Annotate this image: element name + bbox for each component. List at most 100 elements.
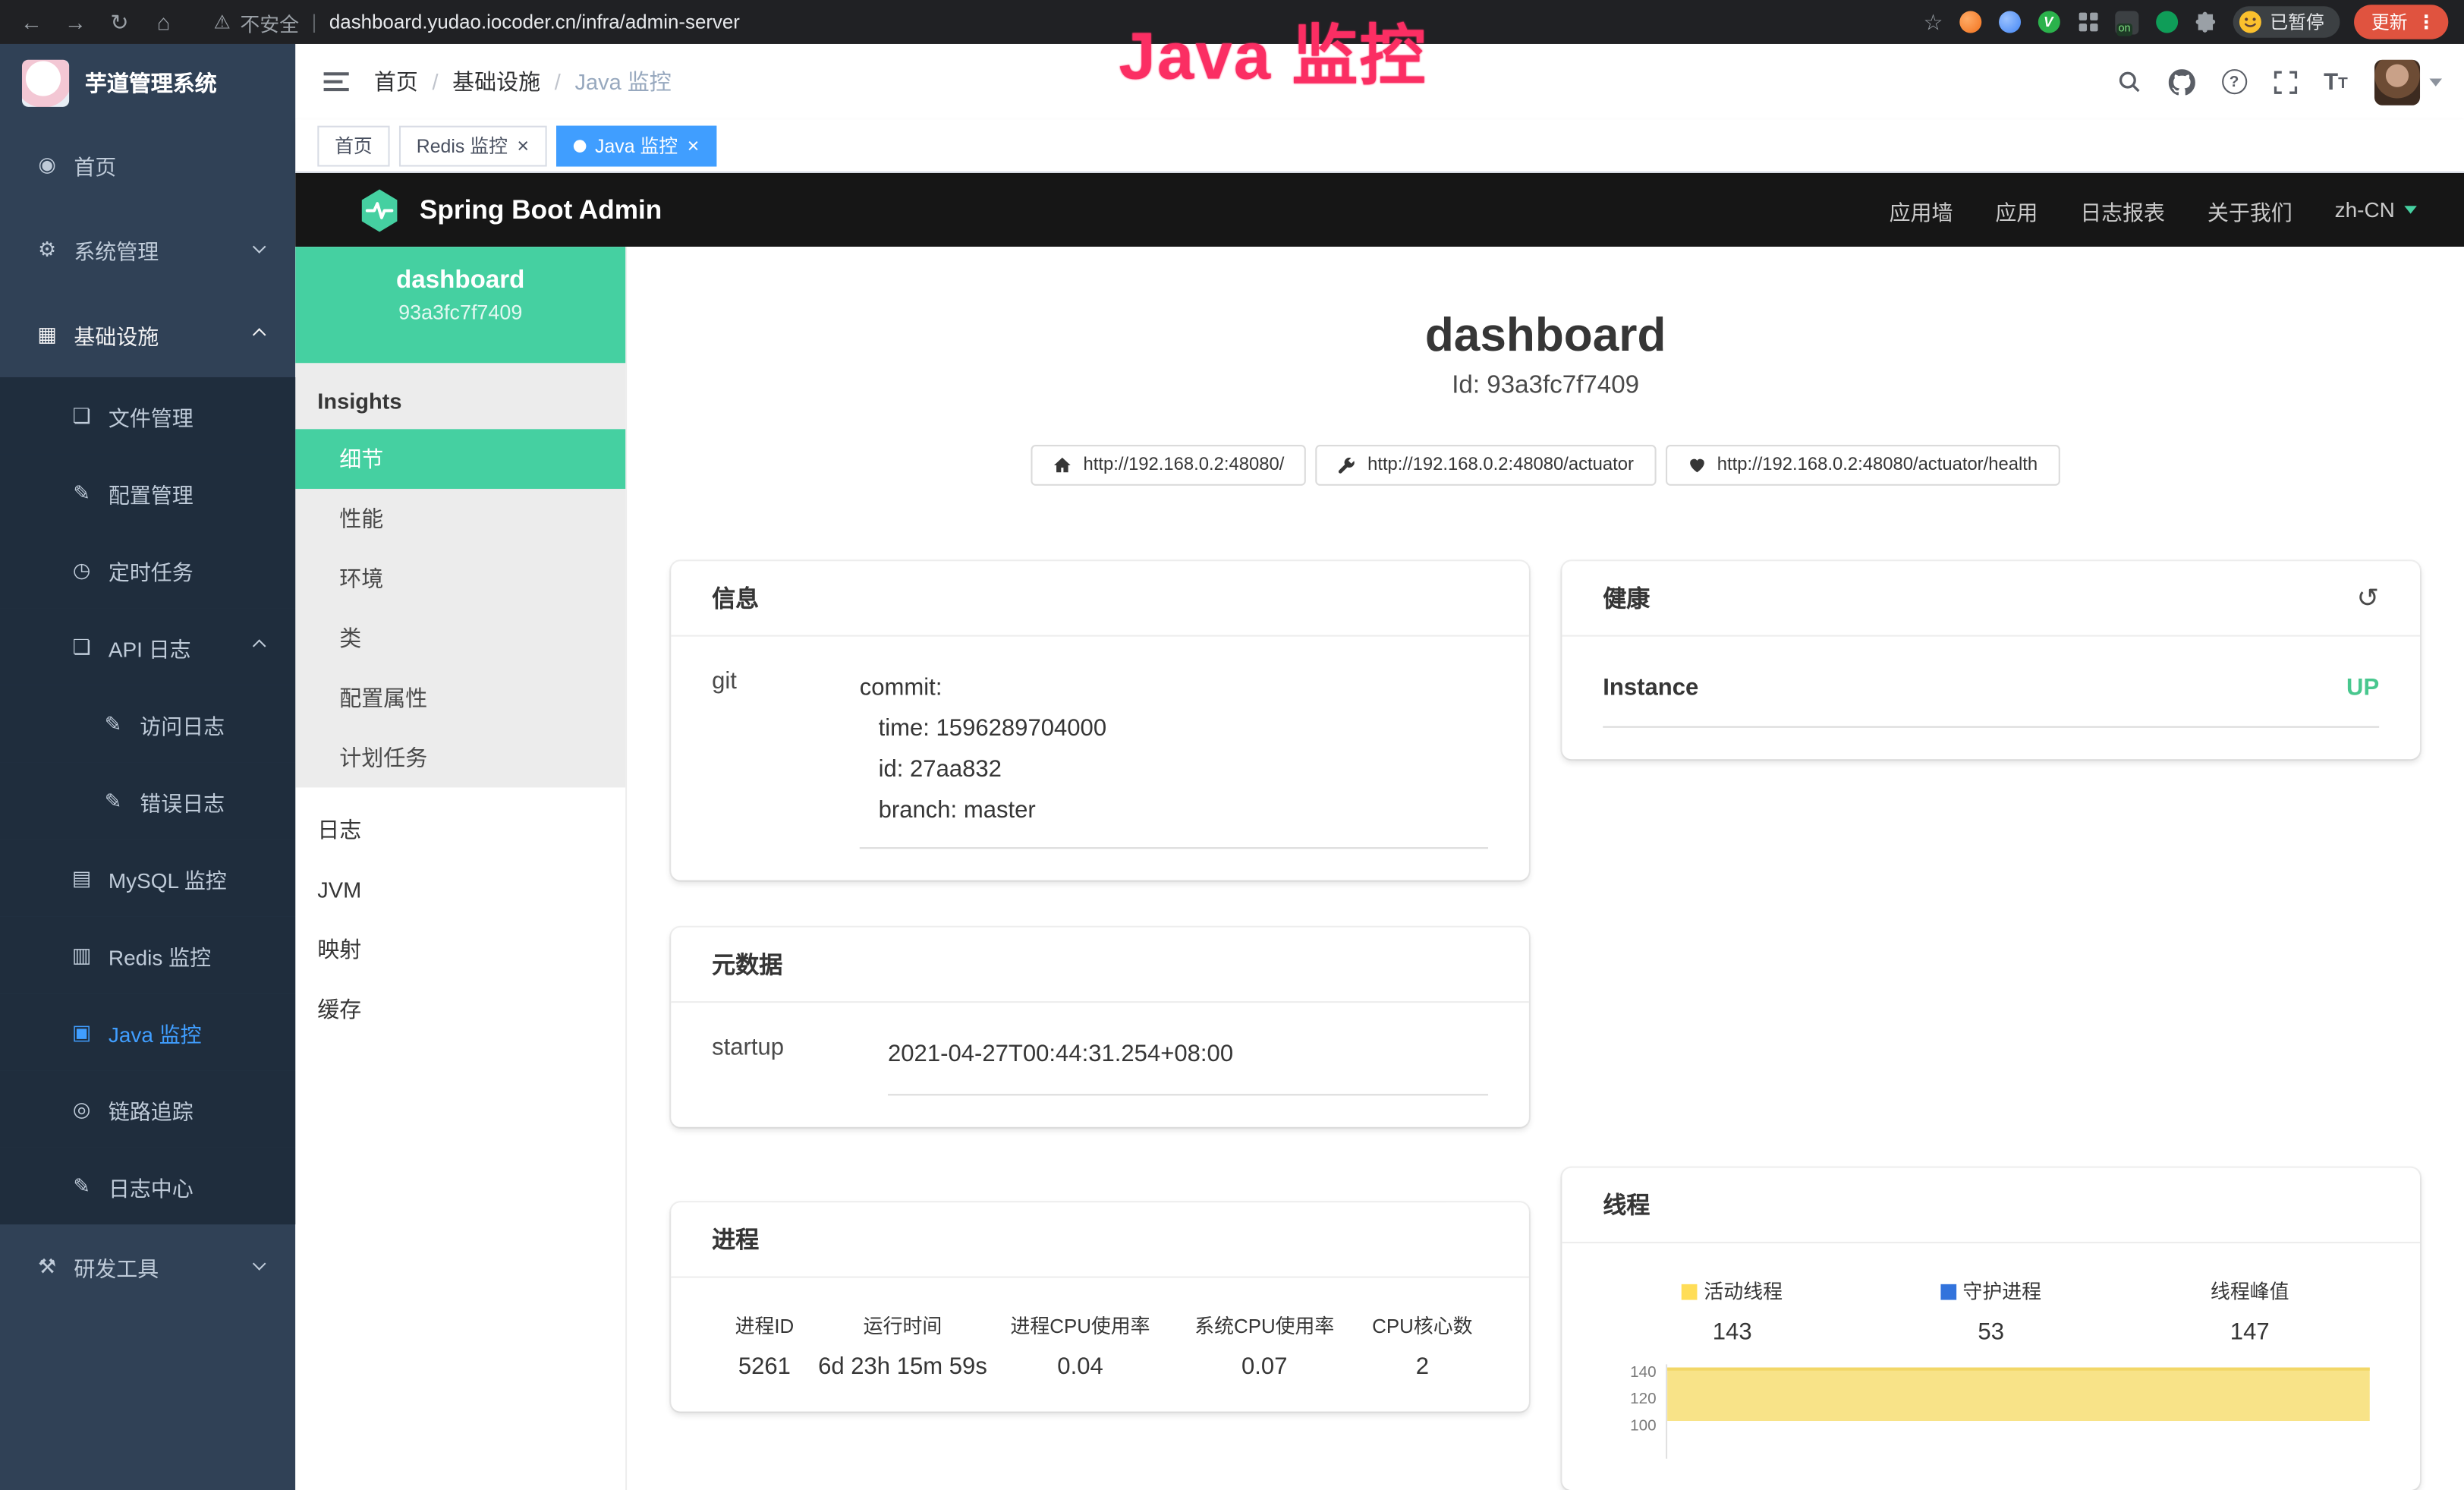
sba-item-metrics[interactable]: 性能	[295, 489, 625, 549]
sidebar-item-access-log[interactable]: ✎ 访问日志	[0, 685, 295, 762]
log-center-icon: ✎	[69, 1173, 94, 1199]
locale-dropdown[interactable]: zh-CN	[2335, 198, 2417, 222]
address-bar[interactable]: ⚠ 不安全 | dashboard.yudao.iocoder.cn/infra…	[214, 7, 1911, 36]
sidebar-item-system[interactable]: ⚙ 系统管理	[0, 207, 295, 292]
sba-item-classes[interactable]: 类	[295, 608, 625, 668]
sidebar-item-label: 日志中心	[109, 1170, 194, 1202]
service-url: http://192.168.0.2:48080/	[1083, 456, 1284, 475]
sidebar-item-redis-monitor[interactable]: ▥ Redis 监控	[0, 916, 295, 993]
github-icon[interactable]	[2168, 68, 2195, 95]
extension-blue-icon[interactable]	[1997, 9, 2022, 34]
help-icon[interactable]: ?	[2222, 69, 2247, 94]
browser-menu-icon[interactable]: ⋮	[2417, 11, 2436, 33]
col-system-cpu: 系统CPU使用率	[1172, 1309, 1357, 1339]
tab-home[interactable]: 首页	[317, 125, 389, 166]
threads-card: 线程 活动线程 守护进程 线程峰值 143 53	[1562, 1168, 2420, 1490]
forward-icon[interactable]: →	[60, 9, 91, 34]
search-icon[interactable]	[2116, 69, 2141, 94]
threads-card-title: 线程	[1603, 1189, 1650, 1221]
breadcrumb-separator: /	[555, 69, 561, 94]
y-tick: 140	[1630, 1366, 1657, 1382]
security-label: 不安全	[240, 7, 299, 36]
app-header: 首页 / 基础设施 / Java 监控 ?	[295, 44, 2464, 119]
close-icon[interactable]: ×	[688, 136, 700, 155]
sidebar-item-api-log[interactable]: ❏ API 日志	[0, 608, 295, 685]
sba-nav-journal[interactable]: 日志报表	[2080, 194, 2165, 225]
sidebar-item-scheduled-jobs[interactable]: ◷ 定时任务	[0, 531, 295, 608]
health-card-title: 健康	[1603, 581, 1650, 614]
app-title: 芋道管理系统	[85, 68, 217, 99]
fullscreen-icon[interactable]	[2274, 70, 2297, 93]
font-size-icon[interactable]: TT	[2324, 70, 2348, 93]
extension-on-icon[interactable]: on	[2114, 9, 2139, 34]
sba-item-mappings[interactable]: 映射	[295, 919, 625, 979]
extension-vue-icon[interactable]: V	[2036, 9, 2061, 34]
sidebar-item-java-monitor[interactable]: ▣ Java 监控	[0, 994, 295, 1070]
sidebar-item-label: 首页	[74, 150, 116, 181]
sidebar-item-home[interactable]: ◉ 首页	[0, 123, 295, 208]
sba-item-details[interactable]: 细节	[295, 429, 625, 489]
sidebar-item-error-log[interactable]: ✎ 错误日志	[0, 762, 295, 839]
reload-icon[interactable]: ↻	[104, 8, 135, 35]
uptime-value: 6d 23h 15m 59s	[817, 1353, 988, 1380]
sidebar-item-dev-tools[interactable]: ⚒ 研发工具	[0, 1224, 295, 1309]
actuator-url-button[interactable]: http://192.168.0.2:48080/actuator	[1316, 445, 1656, 486]
sba-item-jvm[interactable]: JVM	[295, 860, 625, 920]
col-cpus: CPU核心数	[1357, 1309, 1488, 1339]
chrome-update-button[interactable]: 更新 ⋮	[2354, 5, 2448, 39]
status-badge: UP	[2346, 674, 2379, 701]
hamburger-icon[interactable]	[324, 72, 349, 91]
user-menu[interactable]	[2374, 59, 2442, 105]
screenshot-root: ← → ↻ ⌂ ⚠ 不安全 | dashboard.yudao.iocoder.…	[0, 0, 2464, 1490]
tab-redis-monitor[interactable]: Redis 监控 ×	[399, 125, 546, 166]
sidebar-item-mysql-monitor[interactable]: ▤ MySQL 监控	[0, 840, 295, 916]
page-title: dashboard	[627, 310, 2464, 363]
sba-nav-wallboard[interactable]: 应用墙	[1890, 194, 1953, 225]
sba-item-scheduled-tasks[interactable]: 计划任务	[295, 728, 625, 788]
instance-id: 93a3fc7f7409	[295, 301, 625, 324]
sidebar-item-label: Redis 监控	[109, 939, 211, 970]
extension-orange-icon[interactable]	[1957, 9, 1982, 34]
sidebar-item-files[interactable]: ❏ 文件管理	[0, 377, 295, 454]
sba-item-logs[interactable]: 日志	[295, 800, 625, 860]
tab-java-monitor[interactable]: Java 监控 ×	[555, 125, 716, 166]
sidebar-item-label: 配置管理	[109, 477, 194, 508]
browser-chrome: ← → ↻ ⌂ ⚠ 不安全 | dashboard.yudao.iocoder.…	[0, 0, 2464, 44]
close-icon[interactable]: ×	[517, 136, 529, 155]
breadcrumb-infrastructure[interactable]: 基础设施	[452, 66, 540, 97]
java-monitor-icon: ▣	[69, 1019, 94, 1044]
extension-leaf-icon[interactable]	[2154, 9, 2179, 34]
history-icon[interactable]: ↺	[2357, 582, 2380, 613]
git-commit-line: commit:	[860, 668, 1488, 709]
daemon-threads-value: 53	[1861, 1318, 2120, 1345]
sidebar-item-label: 定时任务	[109, 554, 194, 585]
page-subtitle: Id: 93a3fc7f7409	[627, 373, 2464, 401]
insights-group: Insights 细节 性能 环境 类 配置属性 计划任务	[295, 363, 625, 787]
sba-item-caches[interactable]: 缓存	[295, 979, 625, 1039]
sidebar-item-infrastructure[interactable]: ▦ 基础设施	[0, 292, 295, 377]
sba-item-config-props[interactable]: 配置属性	[295, 668, 625, 728]
browser-profile-button[interactable]: 已暂停	[2233, 6, 2340, 37]
sidebar-item-tracing[interactable]: ◎ 链路追踪	[0, 1070, 295, 1147]
sba-item-environment[interactable]: 环境	[295, 549, 625, 609]
sba-nav-applications[interactable]: 应用	[1995, 194, 2038, 225]
sba-brand[interactable]: Spring Boot Admin	[358, 186, 662, 233]
bookmark-star-icon[interactable]: ☆	[1924, 8, 1943, 35]
process-card-title: 进程	[712, 1223, 759, 1255]
extension-grid-icon[interactable]	[2075, 9, 2100, 34]
startup-value: 2021-04-27T00:44:31.254+08:00	[888, 1035, 1488, 1096]
sidebar-item-config[interactable]: ✎ 配置管理	[0, 454, 295, 531]
sba-nav-about[interactable]: 关于我们	[2208, 194, 2292, 225]
error-log-icon: ✎	[101, 789, 126, 814]
breadcrumb-home[interactable]: 首页	[374, 66, 418, 97]
home-icon[interactable]: ⌂	[148, 9, 179, 34]
extensions-puzzle-icon[interactable]	[2193, 9, 2218, 34]
service-url-button[interactable]: http://192.168.0.2:48080/	[1031, 445, 1306, 486]
heart-icon	[1687, 456, 1706, 475]
health-url-button[interactable]: http://192.168.0.2:48080/actuator/health	[1665, 445, 2060, 486]
chart-plot-area	[1666, 1364, 2373, 1458]
sidebar-item-log-center[interactable]: ✎ 日志中心	[0, 1148, 295, 1224]
back-icon[interactable]: ←	[16, 9, 47, 34]
url-text: dashboard.yudao.iocoder.cn/infra/admin-s…	[329, 11, 740, 33]
app-logo-row[interactable]: 芋道管理系统	[0, 44, 295, 123]
